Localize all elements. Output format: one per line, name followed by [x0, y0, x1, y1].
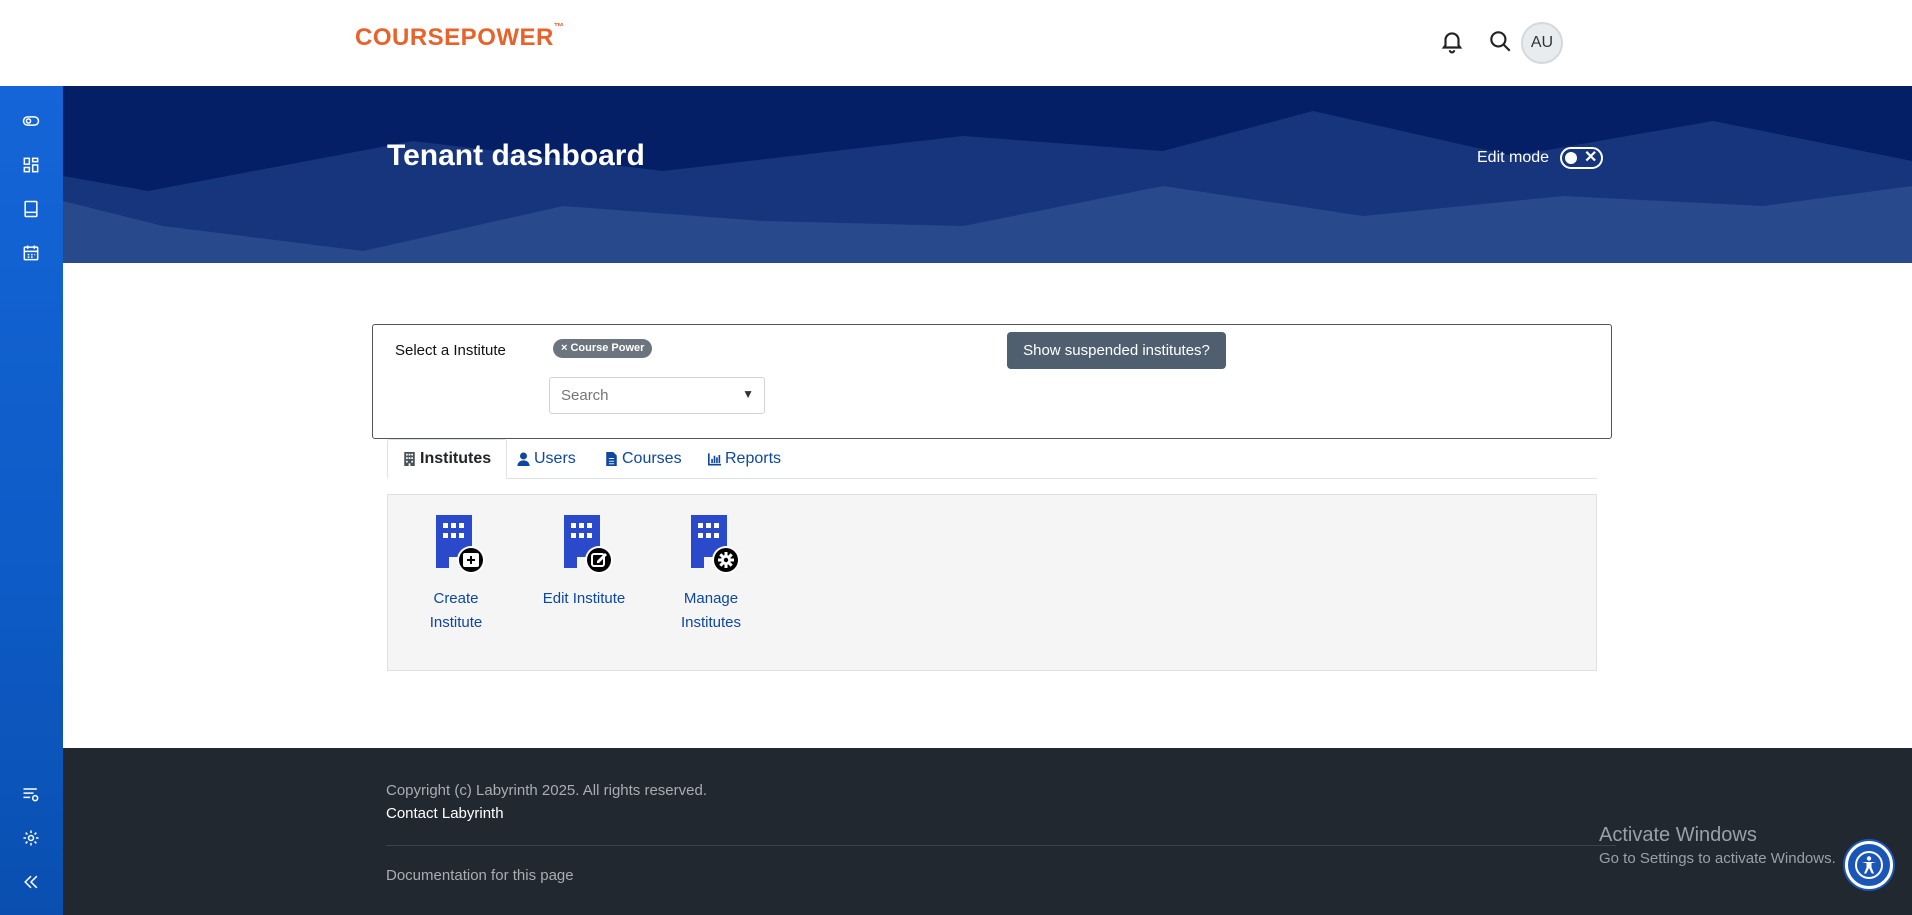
institutes-panel: Create Institute Edit Institute Manage I… — [387, 494, 1597, 671]
notifications-bell-icon[interactable] — [1439, 28, 1465, 54]
book-icon[interactable] — [20, 198, 42, 220]
accessibility-icon — [1855, 851, 1883, 879]
dashboard-tabs: Institutes Users Courses Reports — [387, 439, 1597, 479]
toggle-icon[interactable] — [20, 110, 42, 132]
edit-mode-toggle[interactable]: ✕ — [1560, 147, 1603, 169]
institute-search-input[interactable] — [550, 378, 730, 413]
chart-icon — [708, 453, 721, 466]
list-settings-icon[interactable] — [20, 783, 42, 805]
create-institute-label: Create Institute — [429, 590, 483, 631]
tab-label: Reports — [725, 450, 782, 467]
activate-subtitle: Go to Settings to activate Windows. — [1599, 850, 1836, 867]
manage-institutes-icon — [680, 513, 742, 575]
sidebar — [0, 86, 63, 915]
collapse-sidebar-icon[interactable] — [20, 871, 42, 893]
gear-icon[interactable] — [20, 827, 42, 849]
footer-divider — [386, 845, 1616, 846]
dashboard-icon[interactable] — [20, 154, 42, 176]
tab-label: Users — [534, 450, 576, 467]
create-institute-tile[interactable]: Create Institute — [396, 513, 516, 635]
tab-reports[interactable]: Reports — [708, 439, 781, 479]
user-avatar[interactable]: AU — [1521, 22, 1563, 64]
top-bar: COURSEPOWER™ AU — [0, 0, 1912, 86]
windows-activation-watermark: Activate Windows Go to Settings to activ… — [1599, 824, 1836, 867]
accessibility-button[interactable] — [1845, 841, 1893, 889]
edit-institute-icon — [553, 513, 615, 575]
search-icon[interactable] — [1487, 28, 1513, 54]
documentation-link[interactable]: Documentation for this page — [386, 867, 574, 884]
tab-label: Institutes — [420, 450, 492, 467]
create-institute-icon — [425, 513, 487, 575]
dashboard-banner — [63, 86, 1912, 263]
contact-link[interactable]: Contact Labyrinth — [386, 805, 504, 822]
activate-title: Activate Windows — [1599, 824, 1757, 846]
page-title: Tenant dashboard — [387, 139, 645, 172]
tab-label: Courses — [622, 450, 682, 467]
user-icon — [517, 452, 530, 466]
institute-search-field[interactable]: ▼ — [549, 377, 765, 414]
toggle-knob — [1565, 152, 1577, 164]
tab-users[interactable]: Users — [517, 439, 576, 479]
tab-courses[interactable]: Courses — [605, 439, 682, 479]
toggle-off-icon: ✕ — [1584, 149, 1598, 166]
manage-institutes-label: Manage Institutes — [680, 590, 742, 631]
manage-institutes-tile[interactable]: Manage Institutes — [651, 513, 771, 635]
edit-institute-tile[interactable]: Edit Institute — [524, 513, 644, 611]
dropdown-caret-icon[interactable]: ▼ — [742, 387, 754, 401]
select-institute-label: Select a Institute — [395, 342, 506, 359]
show-suspended-button[interactable]: Show suspended institutes? — [1007, 332, 1226, 369]
selected-institute-chip[interactable]: × Course Power — [553, 339, 653, 358]
edit-institute-label: Edit Institute — [542, 590, 626, 607]
file-icon — [606, 452, 617, 466]
calendar-icon[interactable] — [20, 242, 42, 264]
coursepower-logo[interactable]: COURSEPOWER™ — [355, 22, 564, 52]
tab-institutes[interactable]: Institutes — [387, 439, 508, 479]
institute-select-card: Select a Institute × Course Power ▼ Show… — [372, 324, 1612, 439]
building-icon — [404, 452, 415, 466]
banner-waves — [63, 111, 1912, 263]
edit-mode-label: Edit mode — [1477, 149, 1550, 166]
copyright-text: Copyright (c) Labyrinth 2025. All rights… — [386, 782, 707, 799]
